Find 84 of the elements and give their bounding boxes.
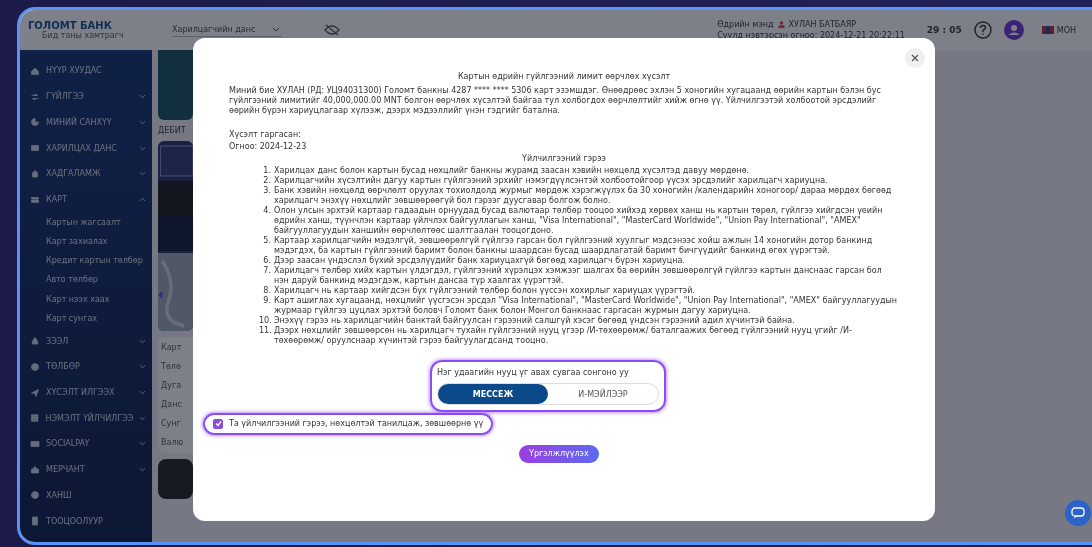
sidebar-item[interactable]: ТООЦООЛУУР bbox=[20, 508, 152, 535]
chat-button[interactable] bbox=[1065, 500, 1091, 526]
terms-item: Харилцах данс болон картын бусад нөхцлийг банкны журамд заасан хэвийн нөхцөлд хүсэлтэд давуу мөрдөнө. bbox=[274, 166, 750, 176]
sidebar-item[interactable]: ХҮСЭЛТ ИЛГЭЭХ bbox=[20, 379, 152, 406]
item-number: 1. bbox=[262, 166, 271, 176]
sidebar-subitem[interactable]: Карт сунгах bbox=[20, 308, 152, 329]
sidebar-item[interactable]: ТӨЛБӨР bbox=[20, 353, 152, 380]
item-number: 10. bbox=[259, 316, 271, 326]
sidebar-item[interactable]: НЭМЭЛТ ҮЙЛЧИЛГЭЭ bbox=[20, 405, 152, 432]
terms-item: Харилцагчийн хүсэлтийн дагуу картын гүйлгээний эрхийг нэмэгдүүлсэнтэй холбоотойгоор үүсэх эрсдэлийг харилцагч хариуцна. bbox=[274, 176, 828, 186]
terms-item: Картаар харилцагчийн мэдэлгүй, зөвшөөрөлгүй гүйлгээ гарсан бол гүйлгээний хуулгыг мэдсэнээс хойш ажлын 14 хоногийн дотор банкинд мэдэгдэх, ба картын гүйлгээний баримт болон банкны шаардсан бусад шаардлагатай баримт бичгүүдийг банкинд өгөх үүрэгтэй. bbox=[274, 236, 874, 256]
close-icon bbox=[911, 54, 919, 62]
transfer-arrows-icon bbox=[30, 91, 40, 102]
sidebar-item[interactable]: SOCIALPAY bbox=[20, 431, 152, 457]
item-number: 9. bbox=[262, 296, 271, 307]
item-number: 6. bbox=[262, 256, 271, 266]
detail-label: Төлө bbox=[161, 362, 182, 371]
item-number: 4. bbox=[262, 206, 271, 217]
otp-prompt: Нэг удаагийн нууц үг авах сувгаа сонгоно уу bbox=[437, 368, 630, 377]
greeting-text: Өдрийн мэнд bbox=[717, 20, 774, 29]
terms-item: Харилцагч төлбөр хийх картын үлдэгдэл, гүйлгээний хүрэлцэх хэмжээг шалгах ба өөрийн зөвшөөрөлгүй гүйлгээ картын данснаас гарсан бол нэн даруй банкинд мэдэгдэж, картын дансаа түр хаалгах үүрэгтэй. bbox=[274, 266, 883, 286]
detail-label: Дуга bbox=[161, 381, 183, 390]
avatar-figure-icon bbox=[777, 21, 785, 28]
profile-avatar-icon[interactable] bbox=[1003, 20, 1024, 40]
terms-item: Дээр заасан үндэслэл бүхий эрсдэлүүдийг банк хариуцахгүй бөгөөд харилцагч бүрэн хариуцна. bbox=[274, 256, 685, 266]
sidebar-item[interactable]: НҮҮР ХУУДАС bbox=[20, 58, 152, 84]
sidebar-subitem[interactable]: Картын жагсаалт bbox=[20, 212, 152, 232]
language-select[interactable]: МОН bbox=[1041, 25, 1076, 35]
account-select[interactable]: Харилцагчийн данс bbox=[172, 23, 282, 37]
sidebar-item[interactable]: ХАНШ bbox=[20, 482, 152, 509]
dark-panel bbox=[158, 459, 193, 499]
sidebar-subitem[interactable]: Карт захиалах bbox=[20, 231, 152, 251]
sidebar-subitem[interactable]: Карт нээх хаах bbox=[20, 289, 152, 309]
item-number: 11. bbox=[259, 326, 271, 337]
terms-item: Харилцагч нь картаар хийгдсэн бүх гүйлгээний төлбөр болон үүссэн хохирлыг хариуцах үүрэгтэй. bbox=[274, 286, 695, 296]
chat-icon bbox=[1071, 507, 1085, 519]
channel-option[interactable]: МЕССЕЖ bbox=[438, 384, 548, 404]
caret-icon bbox=[272, 26, 280, 33]
continue-button[interactable]: Үргэлжлүүлэх bbox=[519, 444, 599, 463]
sidebar-item[interactable]: КАРТ bbox=[20, 186, 152, 213]
home-icon bbox=[30, 65, 40, 76]
request-paragraph: Миний бие ХУЛАН (РД: УЦ94031300) Голомт банкны 4287 **** **** 5306 карт эзэмшдэг. Өнөөдрөөс эхлэн 5 хоногийн хугацаанд өөрийн картын бэлэн бус гүйлгээний лимитийг 40,000,000.00 MNT болгон өөрчлөх хүсэлтэй байгаа тул холбогдох өөрчлөлтийг хийж өгнө үү. Үйлчилгээтэй холбоотой эрсдэлийг өөрийн бүрэн хариуцлагаар хүлээж, дээрх мэдээллийг үнэн гэдгийг батална. bbox=[229, 86, 882, 116]
sidebar-item[interactable]: МИНИЙ САНХҮҮ bbox=[20, 109, 152, 136]
agreement-checkbox[interactable] bbox=[213, 418, 223, 429]
terms-title: Үйлчилгээний гэрээ bbox=[522, 154, 606, 164]
section-title: ДЕБИТ bbox=[158, 126, 186, 135]
sidebar-item[interactable]: МЕРЧАНТ bbox=[20, 456, 152, 483]
item-number: 5. bbox=[262, 236, 271, 247]
help-icon[interactable] bbox=[973, 21, 992, 39]
document-title: Картын өдрийн гүйлгээний лимит өөрчлөх хүсэлт bbox=[457, 72, 671, 82]
detail-label: Данс bbox=[161, 400, 183, 409]
terms-item: Олон улсын эрхтэй картаар гадаадын орнуудад бусад валютаар төлбөр тооцоо хийхэд хөрвөх ханш нь картын төрөл, гүйлгээ хийгдсэн үеийн өдрийн ханш, түүнчлэн картаар үйлчлэх байгууллагын ханш, "Visa International", "MasterCard Worldwide", "Union Pay International", "AMEX" байгууллагуудын ханшийн өөрчлөлтөөс шалтгаалан тооцогдоно. bbox=[274, 206, 884, 236]
sidebar-item[interactable]: ХАДГАЛАМЖ bbox=[20, 160, 152, 187]
item-number: 7. bbox=[262, 266, 271, 277]
item-number: 3. bbox=[262, 186, 271, 197]
close-button[interactable] bbox=[905, 48, 925, 68]
terms-item: Карт ашиглах хугацаанд, нөхцлийг үүсгэсэн эрсдэл "Visa International", "MasterCard Worldwide", "Union Pay International", "AMEX" байгууллагуудын журмаар гүйлгээ цуцлах эрхтэй боловч Голомт банк болон Монгол банкнаас гаргасан журмын дагуу хариуцна. bbox=[274, 296, 899, 316]
paper-plane-icon bbox=[30, 387, 40, 398]
user-name: ХУЛАН БАТБАЯР bbox=[788, 20, 857, 29]
requester-label: Хүсэлт гаргасан: bbox=[229, 130, 302, 140]
sidebar-subitem[interactable]: Авто төлбөр bbox=[20, 270, 152, 290]
sidebar-subitem[interactable]: Кредит картын төлбөр bbox=[20, 251, 152, 271]
item-number: 2. bbox=[262, 176, 271, 186]
terms-item: Банк хэвийн нөхцөлд өөрчлөлт оруулах тохиолдолд журмыг мөрдөж хэрэгжүүлэх ба 30 хоногийн /календарийн хоногоор/ дараа мөрдөх бөгөөд харилцагч энэхүү нөхцлийг зөвшөөрөөгүй бол гэрээг дуусгавар болгож болно. bbox=[274, 186, 893, 206]
detail-label: Валю bbox=[161, 438, 185, 447]
card-icon bbox=[30, 194, 40, 205]
agreement-label: Та үйлчилгээний гэрээ, нөхцөлтэй танилцаж, зөвшөөрнө үү bbox=[229, 419, 484, 428]
flag-icon bbox=[1041, 26, 1054, 34]
terms-item: Энэхүү гэрээ нь харилцагчийн банктай байгуулсан гэрээний салшгүй хэсэг бөгөөд үндсэн гэрээний адил хүчинтэй байна. bbox=[274, 316, 795, 326]
grid-icon bbox=[30, 413, 40, 424]
detail-label: Сунг bbox=[161, 419, 182, 428]
sidebar-item[interactable]: ЗЭЭЛ bbox=[20, 328, 152, 354]
item-number: 8. bbox=[262, 286, 271, 296]
bank-logo[interactable]: ГОЛОМТ БАНК Бид таны хамтрагч bbox=[28, 20, 146, 40]
sidebar-item[interactable]: ХАРИЛЦАХ ДАНС bbox=[20, 135, 152, 161]
eye-off-icon[interactable] bbox=[324, 24, 340, 36]
channel-option[interactable]: И-МЭЙЛЭЭР bbox=[548, 384, 658, 404]
session-timer: 29 : 05 bbox=[926, 25, 962, 35]
sidebar-item[interactable]: ГҮЙЛГЭЭ bbox=[20, 83, 152, 110]
banner-card bbox=[158, 50, 193, 120]
pie-chart-icon bbox=[30, 117, 40, 128]
date-text: Огноо: 2024-12-23 bbox=[229, 142, 308, 152]
detail-label: Карт bbox=[161, 343, 183, 352]
terms-item: Дээрх нөхцлийг зөвшөөрсөн нь харилцагч тухайн гүйлгээний нууц үгээр /И-төхөөрөмж/ баталгаажих бөгөөд гүйлгээний нууц үгийг /И-төхөөрөмж/ оруулснаар хүчинтэй гэрээ байгуулагдсанд тооцно. bbox=[274, 326, 853, 346]
